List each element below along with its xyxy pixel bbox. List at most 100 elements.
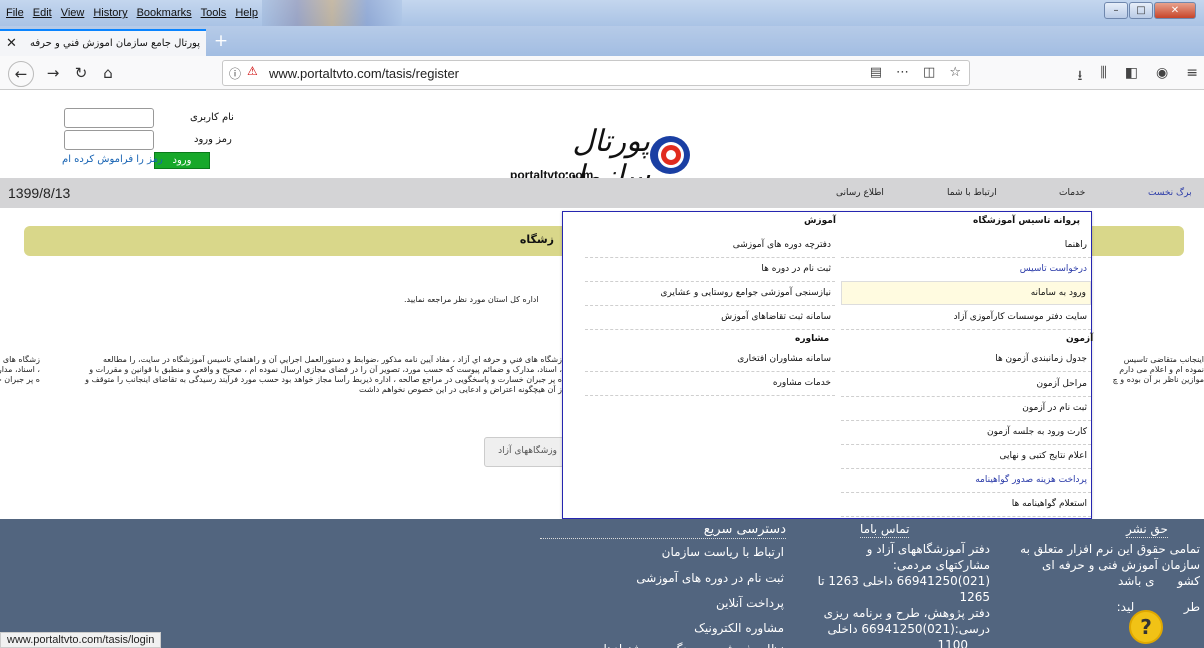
menu-items: File Edit View History Bookmarks Tools H…	[6, 7, 258, 19]
help-icon[interactable]: ?	[1129, 610, 1163, 644]
url-text[interactable]: www.portaltvto.com/tasis/register	[269, 66, 459, 81]
menu-item-certificate-payment[interactable]: پرداخت هزینه صدور گواهینامه	[841, 469, 1091, 493]
menu-bar: File Edit View History Bookmarks Tools H…	[0, 0, 1204, 26]
reader-view-icon[interactable]: ▤	[870, 65, 882, 80]
url-bar[interactable]: ⓘ ⚠ www.portaltvto.com/tasis/register ▤ …	[222, 60, 970, 86]
menu-item-rural-needs[interactable]: نیازسنجی آموزشی جوامع روستایی و عشایری	[585, 282, 835, 306]
password-input[interactable]	[64, 130, 154, 150]
menu-item-request-license[interactable]: درخواست تاسیس	[841, 258, 1091, 282]
copyright-line-1: تمامی حقوق این نرم افزار متعلق به	[1020, 542, 1200, 556]
nav-news[interactable]: اطلاع رسانی	[836, 188, 884, 198]
forward-icon[interactable]: →	[42, 62, 64, 84]
home-icon[interactable]: ⌂	[97, 62, 119, 84]
copyright-line-2: سازمان آموزش فنی و حرفه ای	[1042, 558, 1200, 572]
exam-heading: آزمون	[1066, 334, 1094, 344]
menu-edit[interactable]: Edit	[33, 7, 52, 19]
services-dropdown: پروانه تاسیس آموزشگاه راهنما درخواست تاس…	[562, 211, 1094, 519]
paragraph-line-3: ه پر جبران خسارت و پاسخگویی در مراجع صال…	[85, 375, 562, 384]
quick-link-3[interactable]: پرداخت آنلاین	[716, 595, 784, 611]
menu-item-exam-register[interactable]: ثبت نام در آزمون	[841, 397, 1091, 421]
tab-title: پورتال جامع سازمان آموزش فني و حرفه	[30, 38, 200, 49]
insecure-lock-icon[interactable]: ⚠	[247, 64, 258, 78]
menu-tools[interactable]: Tools	[201, 7, 227, 19]
info-icon[interactable]: ⓘ	[229, 65, 241, 82]
reload-icon[interactable]: ↻	[70, 62, 92, 84]
quick-link-2[interactable]: ثبت نام در دوره های آموزشی	[636, 570, 784, 586]
tab-active[interactable]: ✕ پورتال جامع سازمان آموزش فني و حرفه	[0, 29, 206, 56]
menu-item-exam-results[interactable]: اعلام نتایج کتبی و نهایی	[841, 445, 1091, 469]
menu-item-exam-steps[interactable]: مراحل آزمون	[841, 373, 1091, 397]
library-icon[interactable]: ⫼	[1100, 65, 1106, 89]
menu-item-training-requests[interactable]: سامانه ثبت تقاضاهای آموزش	[585, 306, 835, 330]
menu-item-exam-card[interactable]: کارت ورود به جلسه آزمون	[841, 421, 1091, 445]
paragraph-left-2: ، اسناد، مدارک و ضمائم پیوست که حسب مورد…	[0, 365, 40, 374]
download-icon[interactable]: ⭳	[1077, 65, 1082, 89]
private-schools-button[interactable]: وزشگاههای آزاد	[484, 437, 564, 467]
training-heading: آموزش	[804, 216, 836, 226]
contact-line-2: مشارکتهای مردمی:	[892, 558, 990, 572]
menu-item-certificate-inquiry[interactable]: استعلام گواهینامه ها	[841, 493, 1091, 517]
menu-help[interactable]: Help	[235, 7, 258, 19]
copyright-line-3: کشو ی باشد	[1117, 574, 1200, 588]
forgot-password-link[interactable]: رمز را فراموش کرده ام	[62, 154, 163, 165]
back-icon[interactable]: ←	[8, 61, 34, 87]
maximize-icon[interactable]: □	[1129, 2, 1153, 19]
menu-file[interactable]: File	[6, 7, 24, 19]
menu-history[interactable]: History	[93, 7, 127, 19]
menu-view[interactable]: View	[61, 7, 85, 19]
username-label: نام کاربری	[190, 112, 234, 123]
contact-line-3: (021)66941250 داخلی 1263 تا	[817, 574, 990, 588]
contact-line-7: 1100	[937, 638, 968, 648]
window-close-icon[interactable]: ✕	[1154, 2, 1196, 19]
paragraph-line-4: ز آن هیچگونه اعتراض و ادعایی در این خصوص…	[358, 385, 562, 394]
menu-item-guide[interactable]: راهنما	[841, 234, 1091, 258]
current-date: 1399/8/13	[8, 185, 71, 201]
menu-item-course-catalog[interactable]: دفترچه دوره های آموزشی	[585, 234, 835, 258]
quick-link-4[interactable]: مشاوره الکترونیک	[694, 620, 784, 636]
contact-line-5: دفتر پژوهش، طرح و برنامه ریزی	[823, 606, 990, 620]
paragraph-right-1: اینجانب متقاضی تاسیس	[1123, 355, 1204, 364]
instruction-text: اداره کل استان مورد نظر مراجعه نمایید.	[404, 295, 539, 304]
logo-url: portaltvto.com	[510, 168, 594, 178]
menu-item-private-institutes-site[interactable]: سایت دفتر موسسات کارآموزی آزاد	[841, 306, 1091, 330]
toolbar-right: ⭳ ⫼ ◧ ◉ ≡	[1077, 65, 1198, 89]
window-controls: – □ ✕	[1104, 2, 1196, 19]
new-tab-icon[interactable]: +	[210, 31, 232, 53]
nav-home[interactable]: برگ نخست	[1148, 188, 1192, 198]
menu-item-login-system[interactable]: ورود به سامانه	[841, 281, 1091, 305]
menu-item-exam-schedule[interactable]: جدول زمانبندی آزمون ها	[841, 348, 1091, 372]
quick-access-heading: دسترسی سریع	[540, 522, 786, 539]
menu-item-consulting-services[interactable]: خدمات مشاوره	[585, 372, 835, 396]
logo-emblem-icon	[650, 136, 696, 174]
menu-item-course-register[interactable]: ثبت نام در دوره ها	[585, 258, 835, 282]
paragraph-line-1: زشگاه های فني و حرفه اي آزاد ، مفاد آيين…	[103, 355, 562, 364]
contact-line-4: 1265	[959, 590, 990, 604]
account-icon[interactable]: ◉	[1156, 65, 1168, 89]
hamburger-menu-icon[interactable]: ≡	[1186, 65, 1198, 89]
page-footer: حق نشر تمامی حقوق این نرم افزار متعلق به…	[0, 519, 1204, 648]
paragraph-right-3: موازین ناظر بر آن بوده و چ	[1112, 375, 1204, 384]
nav-contact[interactable]: ارتباط با شما	[947, 188, 997, 198]
consulting-heading: مشاوره	[795, 334, 830, 344]
tab-close-icon[interactable]: ✕	[6, 36, 17, 51]
pocket-icon[interactable]: ◫	[923, 65, 935, 80]
password-label: رمز ورود	[194, 134, 232, 145]
bookmark-star-icon[interactable]: ☆	[949, 65, 961, 80]
quick-link-5[interactable]: نظام پذیرش و رسیدگی به پیشنهادها	[604, 641, 784, 648]
site-logo[interactable]: پورتال سازمان portaltvto.com	[500, 124, 710, 194]
menu-bookmarks[interactable]: Bookmarks	[137, 7, 192, 19]
page-actions-icon[interactable]: ⋯	[896, 65, 909, 80]
menu-item-honorary-advisors[interactable]: سامانه مشاوران افتخاری	[585, 348, 835, 372]
paragraph-right-2: نموده ام و اعلام می دارم	[1119, 365, 1204, 374]
nav-services[interactable]: خدمات	[1059, 188, 1085, 198]
quick-link-1[interactable]: ارتباط با ریاست سازمان	[662, 544, 784, 560]
page-header: نام کاربری رمز ورود ورود رمز را فراموش ک…	[0, 90, 1204, 194]
minimize-icon[interactable]: –	[1104, 2, 1128, 19]
tab-strip: ✕ پورتال جامع سازمان آموزش فني و حرفه +	[0, 26, 1204, 56]
copyright-line-4: طر لید:	[1116, 600, 1200, 614]
username-input[interactable]	[64, 108, 154, 128]
sidebar-icon[interactable]: ◧	[1125, 65, 1138, 89]
paragraph-left-1: زشگاه های فني و حرفه اي آزاد ، مفاد آيين…	[0, 355, 40, 364]
contact-heading: تماس باما	[860, 522, 910, 538]
section-title: زشگاه	[519, 233, 554, 246]
